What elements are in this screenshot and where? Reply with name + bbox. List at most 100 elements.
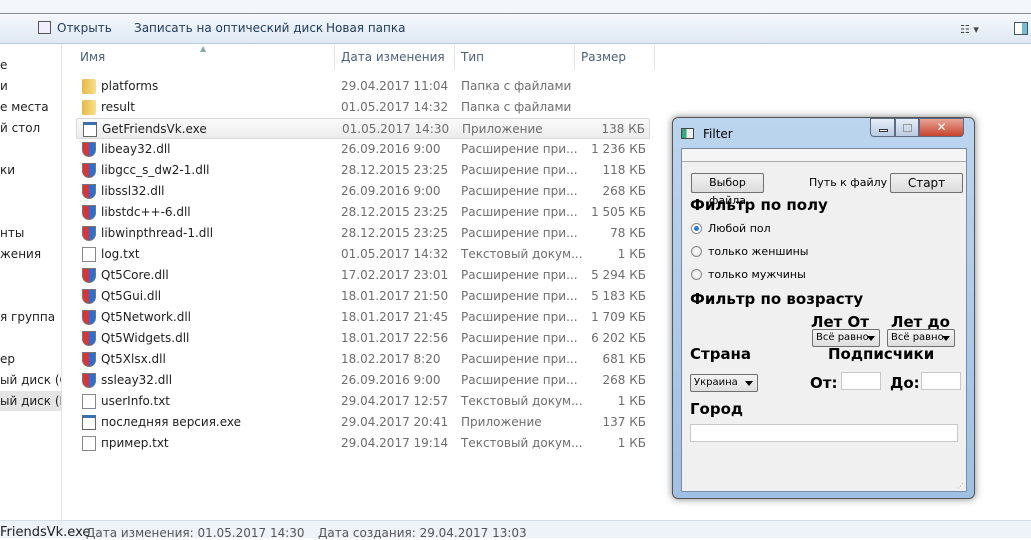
file-row[interactable]: log.txt 01.05.2017 14:32 Текстовый докум…	[76, 244, 650, 265]
shield-icon	[82, 205, 96, 220]
column-header-type[interactable]: Тип	[461, 50, 484, 64]
file-type: Приложение	[461, 415, 542, 429]
nav-item[interactable]: нты	[0, 223, 61, 243]
file-row[interactable]: Qt5Xlsx.dll 18.02.2017 8:20 Расширение п…	[76, 349, 650, 370]
preview-pane-icon[interactable]	[1014, 22, 1028, 35]
file-date: 18.01.2017 21:45	[341, 310, 449, 324]
file-name: libwinpthread-1.dll	[101, 226, 214, 240]
file-size: 1 КБ	[617, 394, 646, 408]
file-name: libeay32.dll	[101, 142, 171, 156]
file-date: 18.02.2017 8:20	[341, 352, 441, 366]
gender-option-label[interactable]: только женшины	[708, 245, 808, 258]
nav-item[interactable]: ки	[0, 160, 61, 180]
folder-icon	[82, 100, 96, 115]
nav-item[interactable]: й стол	[0, 118, 61, 138]
file-type: Расширение при...	[461, 331, 578, 345]
file-date: 18.01.2017 22:56	[341, 331, 449, 345]
nav-item-selected[interactable]: ый диск (E:	[0, 391, 61, 411]
column-header-name[interactable]: Имя	[80, 50, 105, 64]
file-row[interactable]: Qt5Network.dll 18.01.2017 21:45 Расширен…	[76, 307, 650, 328]
file-name: platforms	[101, 79, 159, 93]
file-size: 681 КБ	[602, 352, 646, 366]
file-row[interactable]: userInfo.txt 29.04.2017 12:57 Текстовый …	[76, 391, 650, 412]
new-folder-button[interactable]: Новая папка	[326, 21, 405, 35]
country-value: Украина	[694, 377, 738, 388]
subscribers-to-input[interactable]	[921, 372, 961, 390]
sort-arrow-icon: ▲	[200, 44, 207, 53]
column-divider[interactable]	[454, 45, 455, 70]
minimize-button[interactable]	[870, 118, 895, 137]
file-row[interactable]: libwinpthread-1.dll 28.12.2015 23:25 Рас…	[76, 223, 650, 244]
file-name: libgcc_s_dw2-1.dll	[101, 163, 210, 177]
file-size: 6 202 КБ	[591, 331, 646, 345]
column-header-date[interactable]: Дата изменения	[341, 50, 445, 64]
choose-file-button[interactable]: Выбор файла	[691, 173, 764, 207]
view-options-icon[interactable]: ☷ ▾	[960, 23, 979, 36]
file-name: пример.txt	[101, 436, 169, 450]
chevron-down-icon	[867, 336, 875, 341]
city-input[interactable]	[690, 424, 958, 442]
shield-icon	[82, 184, 96, 199]
file-row[interactable]: platforms 29.04.2017 11:04 Папка с файла…	[76, 76, 650, 97]
file-date: 29.04.2017 19:14	[341, 436, 449, 450]
file-name: Qt5Network.dll	[101, 310, 191, 324]
file-row[interactable]: libstdc++-6.dll 28.12.2015 23:25 Расшире…	[76, 202, 650, 223]
nav-item[interactable]: ый диск (C	[0, 370, 61, 390]
file-type: Расширение при...	[461, 289, 578, 303]
file-date: 26.09.2016 9:00	[341, 373, 441, 387]
file-date: 29.04.2017 12:57	[341, 394, 449, 408]
column-divider[interactable]	[574, 45, 575, 70]
window-client: Выбор файла Путь к файлу Старт Фильтр по…	[681, 148, 967, 492]
close-button[interactable]: ✕	[919, 118, 964, 137]
file-row[interactable]: Qt5Widgets.dll 18.01.2017 22:56 Расширен…	[76, 328, 650, 349]
gender-radio-female[interactable]	[691, 246, 702, 257]
maximize-button[interactable]	[895, 118, 919, 137]
file-row[interactable]: ssleay32.dll 26.09.2016 9:00 Расширение …	[76, 370, 650, 391]
file-row[interactable]: последняя версия.exe 29.04.2017 20:41 Пр…	[76, 412, 650, 433]
file-type: Текстовый докум...	[461, 394, 583, 408]
file-name: Qt5Widgets.dll	[101, 331, 190, 345]
file-name: libstdc++-6.dll	[101, 205, 191, 219]
gender-option-label[interactable]: только мужчины	[708, 268, 806, 281]
nav-item[interactable]: я группа	[0, 307, 61, 327]
nav-item[interactable]: е	[0, 55, 61, 75]
country-dropdown[interactable]: Украина	[690, 374, 758, 392]
file-date: 17.02.2017 23:01	[341, 268, 449, 282]
start-button[interactable]: Старт	[890, 173, 963, 193]
nav-item[interactable]: е места	[0, 97, 61, 117]
file-date: 26.09.2016 9:00	[341, 142, 441, 156]
resize-grip-icon[interactable]: ⋰	[957, 482, 964, 490]
nav-item[interactable]: ер	[0, 349, 61, 369]
file-date: 29.04.2017 20:41	[341, 415, 449, 429]
exe-icon	[83, 122, 97, 137]
nav-item[interactable]: жения	[0, 244, 61, 264]
shield-icon	[82, 268, 96, 283]
file-size: 1 505 КБ	[591, 205, 646, 219]
burn-disc-button[interactable]: Записать на оптический диск	[134, 21, 323, 35]
gender-radio-male[interactable]	[691, 269, 702, 280]
column-divider[interactable]	[334, 45, 335, 70]
column-divider[interactable]	[654, 45, 655, 70]
file-row[interactable]: Qt5Core.dll 17.02.2017 23:01 Расширение …	[76, 265, 650, 286]
file-row[interactable]: libgcc_s_dw2-1.dll 28.12.2015 23:25 Расш…	[76, 160, 650, 181]
file-row[interactable]: libeay32.dll 26.09.2016 9:00 Расширение …	[76, 139, 650, 160]
file-row[interactable]: пример.txt 29.04.2017 19:14 Текстовый до…	[76, 433, 650, 454]
open-button[interactable]: Открыть	[57, 21, 112, 35]
file-type: Папка с файлами	[461, 100, 572, 114]
app-icon	[681, 128, 694, 139]
file-row[interactable]: libssl32.dll 26.09.2016 9:00 Расширение …	[76, 181, 650, 202]
gender-option-label[interactable]: Любой пол	[708, 222, 771, 235]
open-icon	[38, 21, 51, 34]
file-type: Текстовый докум...	[461, 247, 583, 261]
file-row[interactable]: Qt5Gui.dll 18.01.2017 21:50 Расширение п…	[76, 286, 650, 307]
file-row[interactable]: GetFriendsVk.exe 01.05.2017 14:30 Прилож…	[76, 118, 650, 139]
file-row[interactable]: result 01.05.2017 14:32 Папка с файлами	[76, 97, 650, 118]
file-size: 5 294 КБ	[591, 268, 646, 282]
file-name: log.txt	[101, 247, 140, 261]
file-name: userInfo.txt	[101, 394, 170, 408]
nav-item[interactable]: и	[0, 76, 61, 96]
gender-radio-any[interactable]	[691, 223, 702, 234]
subscribers-from-input[interactable]	[841, 372, 881, 390]
column-header-size[interactable]: Размер	[581, 50, 626, 64]
file-name: result	[101, 100, 135, 114]
